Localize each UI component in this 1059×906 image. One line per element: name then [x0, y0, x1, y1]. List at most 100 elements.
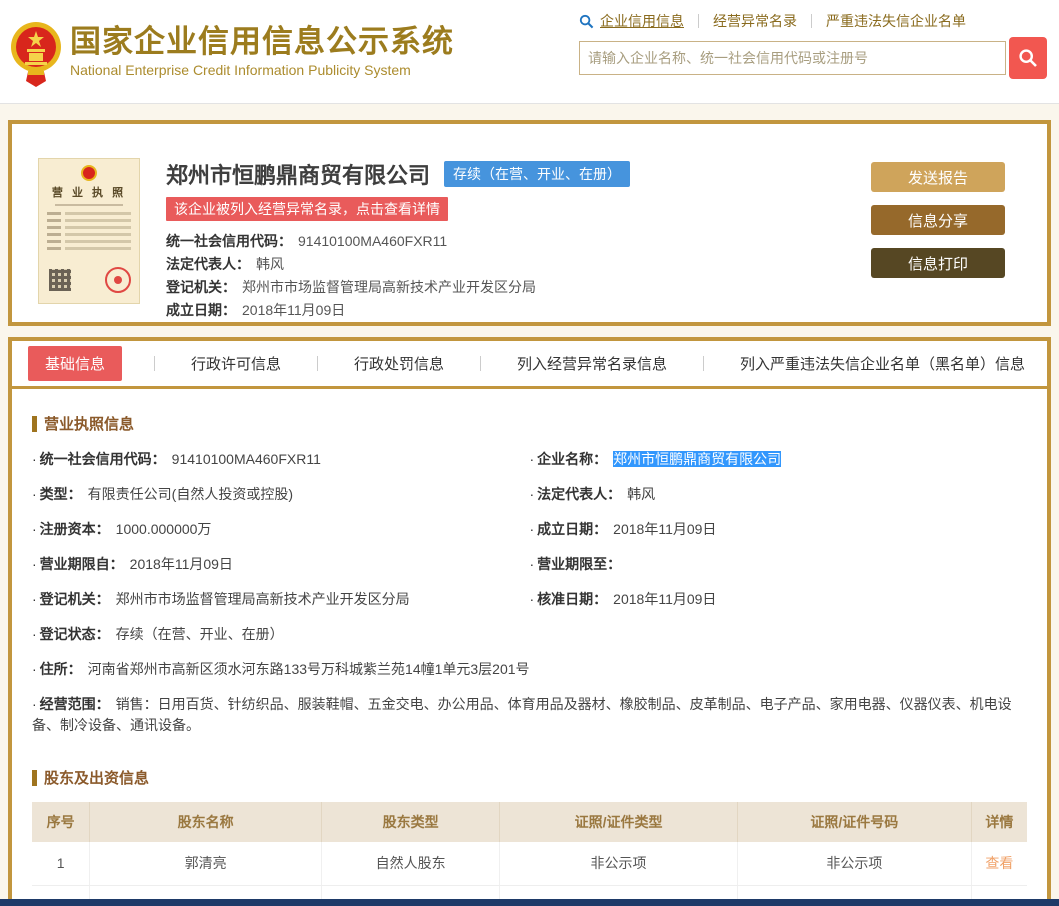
info-label: 企业名称： [537, 451, 608, 467]
table-row: 1 郭清亮 自然人股东 非公示项 非公示项 查看 [32, 842, 1027, 886]
column-header: 详情 [970, 802, 1027, 842]
info-value: 91410100MA460FXR11 [171, 451, 321, 467]
nav-links: 企业信用信息 经营异常名录 严重违法失信企业名单 [600, 11, 966, 31]
company-key-fields: 统一社会信用代码： 91410100MA460FXR11 法定代表人： 韩风登记机关：… [166, 230, 630, 322]
license-red-seal [105, 267, 131, 293]
tab-separator [448, 356, 513, 371]
bullet: · [32, 556, 37, 572]
cell-name: 郭清亮 [89, 842, 323, 886]
info-label: 住所： [39, 661, 82, 677]
bullet: · [32, 591, 37, 607]
bottom-navy-bar [0, 899, 1059, 906]
section-bar-icon [32, 415, 37, 432]
bullet: · [529, 486, 535, 502]
cell-cert_type: 非公示项 [499, 842, 738, 886]
nav-separator [811, 14, 812, 28]
view-detail-link[interactable]: 查看 [985, 855, 1013, 871]
national-emblem-logo [11, 21, 61, 87]
cell-cert_no: 非公示项 [736, 842, 972, 886]
info-label: 注册资本： [39, 521, 110, 537]
info-value: 郑州市市场监督管理局高新技术产业开发区分局 [115, 591, 410, 607]
tab-4[interactable]: 列入严重违法失信企业名单（黑名单）信息 [736, 346, 1029, 381]
license-info-item: · 经营范围： 销售：日用百货、针纺织品、服装鞋帽、五金交电、办公用品、体育用品及器… [32, 687, 1027, 743]
status-badge: 存续（在营、开业、在册） [444, 161, 631, 187]
info-label: 登记机关： [39, 591, 110, 607]
info-value: 有限责任公司(自然人投资或控股) [87, 486, 293, 502]
share-info-button[interactable]: 信息分享 [871, 205, 1005, 235]
license-qr-code [49, 269, 71, 291]
license-info-item: · 营业期限至： [530, 547, 1028, 582]
section-bar-icon [32, 769, 37, 786]
company-field: 登记机关： 郑州市市场监督管理局高新技术产业开发区分局 [166, 276, 630, 299]
license-info-item: · 登记机关： 郑州市市场监督管理局高新技术产业开发区分局 [32, 582, 530, 617]
bullet: · [529, 521, 535, 537]
info-label: 成立日期： [537, 521, 608, 537]
send-report-button[interactable]: 发送报告 [871, 162, 1005, 192]
info-value: 存续（在营、开业、在册） [115, 626, 284, 642]
search-button-icon [1019, 49, 1037, 67]
info-value: 销售：日用百货、针纺织品、服装鞋帽、五金交电、办公用品、体育用品及器材、橡胶制品… [32, 696, 1012, 733]
cell-type: 自然人股东 [321, 842, 501, 886]
license-info-item: · 企业名称： 郑州市恒鹏鼎商贸有限公司 [530, 442, 1028, 477]
info-value: 河南省郑州市高新区须水河东路133号万科城紫兰苑14幢1单元3层201号 [87, 661, 530, 677]
search-module: 企业信用信息 经营异常名录 严重违法失信企业名单 [579, 10, 1047, 79]
print-info-button[interactable]: 信息打印 [871, 248, 1005, 278]
company-field: 法定代表人： 韩风 [166, 253, 630, 276]
tab-separator [285, 356, 350, 371]
bullet: · [32, 661, 37, 677]
info-value: 2018年11月09日 [129, 556, 233, 572]
shareholder-table-header: 序号 股东名称 股东类型 证照/证件类型 证照/证件号码 详情 [32, 802, 1027, 842]
nav-link-2[interactable]: 严重违法失信企业名单 [826, 11, 966, 31]
business-license-thumbnail[interactable]: 营 业 执 照 [38, 158, 140, 304]
tab-0[interactable]: 基础信息 [28, 346, 123, 381]
action-buttons: 发送报告信息分享信息打印 [871, 162, 1005, 291]
info-label: 类型： [39, 486, 82, 502]
company-field: 统一社会信用代码： 91410100MA460FXR11 [166, 230, 630, 253]
cell-detail: 查看 [970, 842, 1027, 886]
tab-bar: 基础信息 行政许可信息 行政处罚信息 列入经营异常名录信息 列入严重违法失信企业名单（黑… [12, 341, 1047, 389]
tab-1[interactable]: 行政许可信息 [187, 346, 285, 381]
search-button[interactable] [1009, 37, 1047, 79]
license-emblem-icon [81, 165, 97, 181]
nav-link-0[interactable]: 企业信用信息 [600, 11, 684, 31]
license-info-item: · 登记状态： 存续（在营、开业、在册） [32, 617, 1027, 652]
tab-3[interactable]: 列入经营异常名录信息 [513, 346, 671, 381]
license-info-item: · 核准日期： 2018年11月09日 [530, 582, 1028, 617]
search-input[interactable] [579, 41, 1006, 75]
license-info-item: · 成立日期： 2018年11月09日 [530, 512, 1028, 547]
bullet: · [32, 696, 37, 712]
field-value: 91410100MA460FXR11 [298, 233, 448, 249]
info-label: 营业期限自： [39, 556, 124, 572]
company-name: 郑州市恒鹏鼎商贸有限公司 [166, 163, 431, 188]
info-label: 登记状态： [39, 626, 110, 642]
info-label: 经营范围： [39, 696, 110, 712]
bullet: · [529, 591, 535, 607]
column-header: 证照/证件号码 [736, 802, 972, 842]
column-header: 序号 [32, 802, 91, 842]
bullet: · [32, 451, 37, 467]
license-info-item: · 类型： 有限责任公司(自然人投资或控股) [32, 477, 530, 512]
column-header: 股东名称 [89, 802, 323, 842]
license-info-grid: · 统一社会信用代码： 91410100MA460FXR11 · 企业名称： 郑州市恒鹏鼎… [12, 434, 1047, 743]
field-value: 2018年11月09日 [242, 302, 346, 318]
info-value: 郑州市恒鹏鼎商贸有限公司 [613, 451, 782, 467]
abnormal-operations-warning-badge[interactable]: 该企业被列入经营异常名录，点击查看详情 [166, 197, 448, 221]
header-nav: 企业信用信息 经营异常名录 严重违法失信企业名单 [579, 10, 1047, 32]
field-value: 韩风 [256, 256, 284, 272]
shareholder-section-title: 股东及出资信息 [32, 767, 1027, 788]
cell-no: 1 [32, 842, 91, 886]
detail-card: 基础信息 行政许可信息 行政处罚信息 列入经营异常名录信息 列入严重违法失信企业名单（黑… [8, 337, 1051, 906]
field-label: 登记机关： [166, 279, 236, 295]
tab-separator [671, 356, 736, 371]
info-label: 核准日期： [537, 591, 608, 607]
tab-2[interactable]: 行政处罚信息 [350, 346, 448, 381]
info-value: 1000.000000万 [115, 521, 212, 537]
search-icon [579, 14, 594, 28]
info-value: 2018年11月09日 [613, 591, 717, 607]
bullet: · [32, 486, 37, 502]
field-label: 统一社会信用代码： [166, 233, 292, 249]
shareholder-table: 序号 股东名称 股东类型 证照/证件类型 证照/证件号码 详情 1 郭清亮 自然人股东 非公示项… [32, 802, 1027, 906]
nav-link-1[interactable]: 经营异常名录 [713, 11, 797, 31]
column-header: 证照/证件类型 [499, 802, 738, 842]
field-label: 法定代表人： [166, 256, 250, 272]
